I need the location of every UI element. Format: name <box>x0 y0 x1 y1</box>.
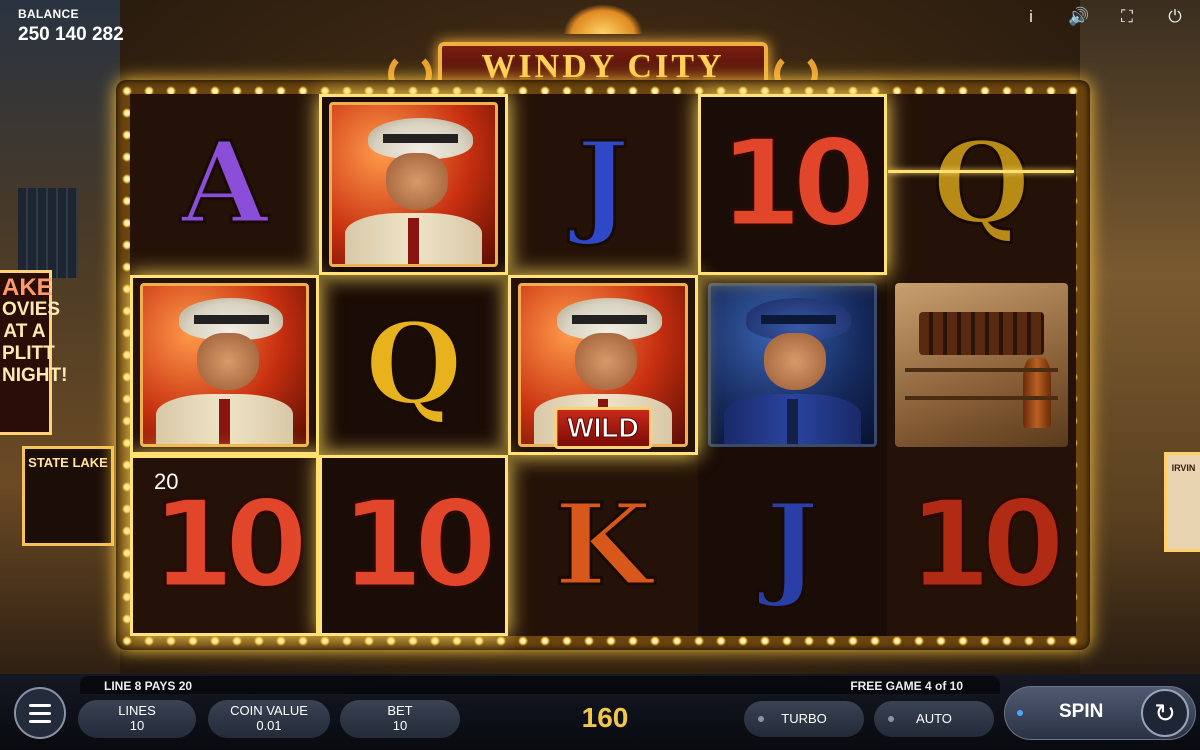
symbol-a: A <box>180 118 270 250</box>
symbol-j: J <box>764 479 820 611</box>
auto-indicator <box>888 716 894 722</box>
symbol-10: 10 <box>906 475 1066 617</box>
coin-value-label: COIN VALUE <box>230 703 308 718</box>
auto-label: AUTO <box>916 711 952 726</box>
balance-label: BALANCE <box>18 7 79 21</box>
hamburger-icon <box>29 711 51 715</box>
lines-label: LINES <box>118 703 156 718</box>
symbol-j: J <box>575 118 631 250</box>
marquee-line: AT A <box>3 321 46 342</box>
spin-label: SPIN <box>1059 701 1104 722</box>
state-lake-sign: STATE LAKE <box>22 446 114 546</box>
top-toolbar: i 🔊 ⛶ ⏻ <box>1020 6 1186 28</box>
sound-icon[interactable]: 🔊 <box>1068 6 1090 28</box>
whiskey-bottle <box>1022 358 1051 428</box>
reel-cell: 10 <box>319 455 509 636</box>
turbo-toggle[interactable]: TURBO <box>744 701 864 737</box>
reel-cell <box>130 274 320 456</box>
symbol-k: K <box>553 479 653 611</box>
payline-indicator <box>888 170 1074 173</box>
bet-selector[interactable]: BET 10 <box>340 700 460 738</box>
right-theater-sign: IRVIN <box>1164 452 1200 552</box>
free-game-counter: FREE GAME 4 of 10 <box>850 679 963 693</box>
symbol-10: 10 <box>717 113 877 255</box>
marquee-line: NIGHT! <box>2 365 68 386</box>
city-background-right <box>1080 0 1200 690</box>
power-icon[interactable]: ⏻ <box>1164 6 1186 28</box>
spin-arrows-icon[interactable]: ↻ <box>1141 689 1189 737</box>
reel-cell: Q <box>319 274 509 456</box>
marquee-line: PLITT <box>2 343 55 364</box>
spin-button[interactable]: SPIN ↻ <box>1004 686 1196 740</box>
reel-cell <box>886 274 1076 456</box>
suit <box>156 393 294 445</box>
reel-cell: WILD <box>508 274 698 456</box>
suit <box>345 212 483 264</box>
lines-selector[interactable]: LINES 10 <box>78 700 196 738</box>
reel-cell: J <box>508 94 698 275</box>
face <box>196 333 259 391</box>
fullscreen-icon[interactable]: ⛶ <box>1116 6 1138 28</box>
turbo-label: TURBO <box>781 711 827 726</box>
symbol-gangster <box>140 282 310 448</box>
balance-value: 250 140 282 <box>18 24 124 45</box>
skyscraper <box>18 188 78 278</box>
lines-value: 10 <box>129 718 145 733</box>
reel-cell: Q <box>886 94 1076 275</box>
symbol-10: 10 <box>339 475 499 617</box>
reels-grid: A J 10 Q Q WILD 10 20 10 K J 10 <box>130 94 1076 636</box>
reel-cell: 10 <box>697 94 887 275</box>
symbol-10: 10 <box>150 475 310 617</box>
theater-marquee-sign: AKE OVIES AT A PLITT NIGHT! <box>0 270 68 435</box>
coin-value-selector[interactable]: COIN VALUE 0.01 <box>208 700 330 738</box>
win-total: 160 <box>581 702 629 733</box>
info-icon[interactable]: i <box>1020 6 1042 28</box>
wild-badge: WILD <box>554 407 652 450</box>
coin-value-value: 0.01 <box>256 718 282 733</box>
face <box>575 333 638 391</box>
reel-cell: 10 <box>886 455 1076 636</box>
marquee-line: OVIES <box>2 299 61 320</box>
reel-cell <box>319 94 509 275</box>
hamburger-icon <box>29 719 51 723</box>
turbo-indicator <box>758 716 764 722</box>
symbol-whiskey-crate <box>894 282 1068 448</box>
reel-cell: J <box>697 455 887 636</box>
reel-cell: 10 20 <box>130 455 320 636</box>
suit <box>723 393 861 445</box>
state-lake-text: STATE LAKE <box>28 455 108 470</box>
symbol-gangster <box>329 102 499 267</box>
face <box>764 333 827 391</box>
symbol-q: Q <box>931 118 1032 250</box>
logo-fan-ornament <box>563 4 643 34</box>
symbol-detective <box>707 282 877 448</box>
spin-indicator <box>1017 710 1023 716</box>
reel-cell <box>697 274 887 456</box>
face <box>386 152 449 210</box>
hamburger-icon <box>29 703 51 707</box>
reel-cell: A <box>130 94 320 275</box>
auto-toggle[interactable]: AUTO <box>874 701 994 737</box>
bet-value: 10 <box>392 718 408 733</box>
symbol-q: Q <box>364 298 465 430</box>
marquee-top-text: AKE <box>2 274 53 301</box>
right-sign-text: IRVIN <box>1171 463 1196 473</box>
win-amount-label: 20 <box>154 469 179 495</box>
reel-cell: K <box>508 455 698 636</box>
line-win-info: LINE 8 PAYS 20 <box>104 679 193 693</box>
menu-button[interactable] <box>14 687 66 739</box>
bet-label: BET <box>387 703 413 718</box>
